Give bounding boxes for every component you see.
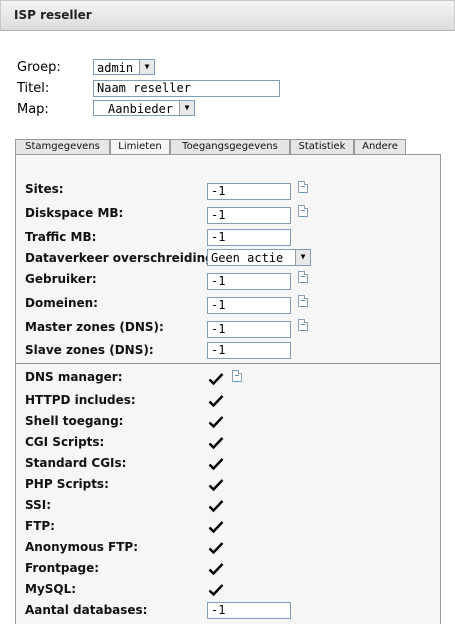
dataverkeer-label: Dataverkeer overschreiding: (25, 251, 219, 265)
anonymous-ftp-checkbox[interactable] (208, 541, 224, 555)
mysql-checkbox[interactable] (208, 583, 224, 597)
tab-limieten[interactable]: Limieten (110, 139, 170, 155)
document-icon[interactable] (298, 205, 308, 217)
window-title: ISP reseller (14, 8, 92, 22)
tab-statistiek[interactable]: Statistiek (290, 139, 354, 154)
ssi-label: SSI: (25, 498, 52, 512)
groep-select[interactable]: admin ▼ (93, 59, 155, 75)
shell-toegang-checkbox[interactable] (208, 415, 224, 429)
slave-zones-input[interactable]: -1 (207, 342, 291, 359)
tab-stamgegevens[interactable]: Stamgegevens (15, 139, 110, 154)
groep-label: Groep: (17, 60, 61, 75)
titel-input[interactable]: Naam reseller (93, 80, 280, 97)
dataverkeer-select[interactable]: Geen actie ▼ (207, 249, 311, 266)
php-scripts-label: PHP Scripts: (25, 477, 109, 491)
master-zones-label: Master zones (DNS): (25, 320, 164, 334)
titel-label: Titel: (17, 81, 50, 96)
ftp-label: FTP: (25, 519, 55, 533)
document-icon[interactable] (298, 271, 308, 283)
window-titlebar: ISP reseller (0, 0, 455, 31)
sites-input[interactable]: -1 (207, 183, 291, 200)
traffic-input[interactable]: -1 (207, 229, 291, 246)
dns-manager-label: DNS manager: (25, 370, 123, 384)
chevron-down-icon: ▼ (179, 101, 194, 115)
section-divider (15, 363, 440, 364)
dns-manager-checkbox[interactable] (208, 372, 224, 386)
httpd-includes-checkbox[interactable] (208, 394, 224, 408)
document-icon[interactable] (298, 181, 308, 193)
master-zones-input[interactable]: -1 (207, 321, 291, 338)
document-icon[interactable] (232, 370, 242, 382)
groep-select-value: admin (97, 61, 134, 75)
domeinen-label: Domeinen: (25, 296, 98, 310)
httpd-includes-label: HTTPD includes: (25, 393, 136, 407)
php-scripts-checkbox[interactable] (208, 478, 224, 492)
chevron-down-icon: ▼ (295, 250, 310, 265)
dataverkeer-select-value: Geen actie (211, 251, 284, 265)
mysql-label: MySQL: (25, 582, 77, 596)
frontpage-checkbox[interactable] (208, 562, 224, 576)
map-select-value: Aanbieder (108, 102, 174, 116)
tab-andere[interactable]: Andere (354, 139, 406, 154)
map-label: Map: (17, 102, 49, 117)
traffic-label: Traffic MB: (25, 230, 97, 244)
frontpage-label: Frontpage: (25, 561, 100, 575)
standard-cgis-label: Standard CGIs: (25, 456, 127, 470)
aantal-databases-input[interactable]: -1 (207, 602, 291, 619)
sites-label: Sites: (25, 182, 64, 196)
document-icon[interactable] (298, 295, 308, 307)
diskspace-label: Diskspace MB: (25, 206, 124, 220)
diskspace-input[interactable]: -1 (207, 207, 291, 224)
standard-cgis-checkbox[interactable] (208, 457, 224, 471)
map-select[interactable]: Aanbieder ▼ (93, 100, 195, 116)
gebruiker-label: Gebruiker: (25, 272, 97, 286)
aantal-databases-label: Aantal databases: (25, 603, 148, 617)
anonymous-ftp-label: Anonymous FTP: (25, 540, 139, 554)
ssi-checkbox[interactable] (208, 499, 224, 513)
chevron-down-icon: ▼ (139, 60, 154, 74)
gebruiker-input[interactable]: -1 (207, 273, 291, 290)
cgi-scripts-label: CGI Scripts: (25, 435, 105, 449)
slave-zones-label: Slave zones (DNS): (25, 343, 154, 357)
shell-toegang-label: Shell toegang: (25, 414, 124, 428)
tab-toegangsgegevens[interactable]: Toegangsgegevens (170, 139, 290, 154)
domeinen-input[interactable]: -1 (207, 297, 291, 314)
ftp-checkbox[interactable] (208, 520, 224, 534)
cgi-scripts-checkbox[interactable] (208, 436, 224, 450)
document-icon[interactable] (298, 319, 308, 331)
